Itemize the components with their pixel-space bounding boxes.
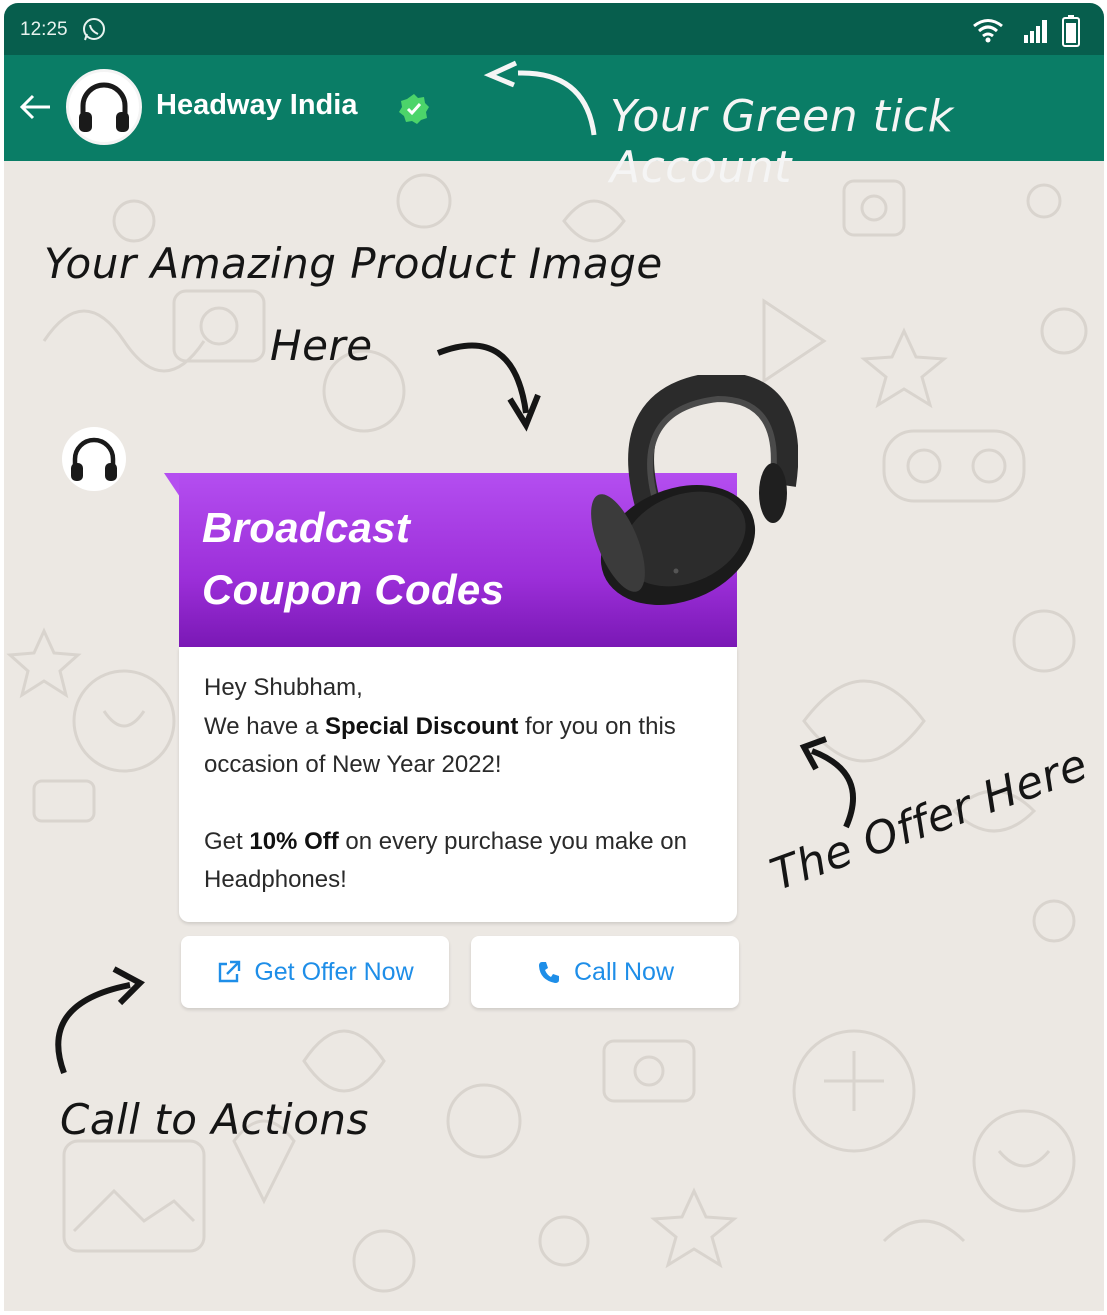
annotation-product-image: Your Amazing Product Image bbox=[44, 239, 663, 288]
curved-arrow-icon bbox=[55, 966, 145, 1075]
phone-icon bbox=[538, 962, 559, 983]
text-segment: Get bbox=[204, 827, 250, 855]
headphones-product-image bbox=[591, 375, 798, 605]
signal-icon bbox=[1024, 20, 1047, 43]
special-discount-text: Special Discount bbox=[324, 712, 519, 740]
bubble-tail bbox=[164, 473, 180, 497]
banner-line-2: Coupon Codes bbox=[202, 566, 505, 613]
annotation-cta: Call to Actions bbox=[60, 1095, 369, 1144]
message-discount-line: We have a Special Discount for you on th… bbox=[204, 708, 724, 785]
back-arrow-icon[interactable] bbox=[18, 92, 54, 122]
status-bar: 12:25 bbox=[4, 3, 1104, 55]
message-body: Hey Shubham, We have a Special Discount … bbox=[204, 669, 724, 900]
offer-percent-text: 10% Off bbox=[249, 827, 339, 855]
get-offer-label: Get Offer Now bbox=[254, 957, 414, 986]
annotation-green-tick: Your Green tick Account bbox=[610, 91, 954, 193]
curved-arrow-icon bbox=[436, 342, 541, 432]
curved-arrow-icon bbox=[483, 60, 597, 136]
banner-line-1: Broadcast bbox=[202, 504, 411, 551]
message-offer-line: Get 10% Off on every purchase you make o… bbox=[204, 823, 724, 900]
whatsapp-icon bbox=[83, 18, 105, 41]
external-link-icon bbox=[219, 960, 241, 983]
text-segment: We have a bbox=[204, 712, 325, 740]
verified-badge-icon bbox=[399, 94, 429, 124]
message-greeting: Hey Shubham, bbox=[204, 674, 363, 701]
headphones-icon bbox=[79, 82, 129, 132]
battery-icon bbox=[1062, 15, 1080, 47]
sender-avatar bbox=[62, 427, 126, 491]
contact-avatar[interactable] bbox=[66, 69, 142, 145]
banner-title: Broadcast Coupon Codes bbox=[202, 497, 622, 621]
phone-screen: 12:25 Headway India Your Green tick Acco… bbox=[4, 3, 1104, 1311]
get-offer-button[interactable]: Get Offer Now bbox=[181, 936, 449, 1008]
call-now-button[interactable]: Call Now bbox=[471, 936, 739, 1008]
contact-name[interactable]: Headway India bbox=[156, 89, 357, 122]
annotation-product-image-here: Here bbox=[270, 321, 373, 370]
wifi-icon bbox=[973, 19, 1003, 43]
call-now-label: Call Now bbox=[573, 957, 675, 986]
status-time: 12:25 bbox=[20, 19, 68, 40]
